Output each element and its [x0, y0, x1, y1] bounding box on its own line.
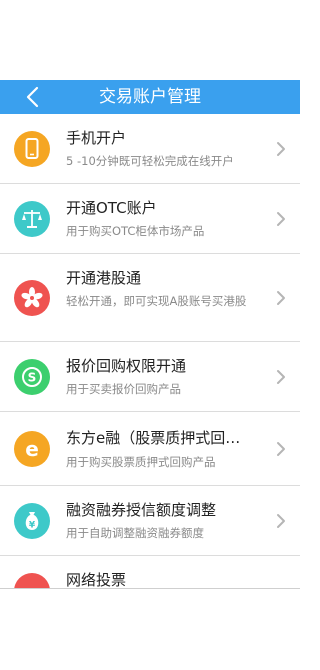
item-subtitle: 用于购买OTC柜体市场产品 [66, 224, 205, 238]
list-item-otc-account[interactable]: 开通OTC账户 用于购买OTC柜体市场产品 [0, 184, 300, 254]
chevron-right-icon [277, 442, 285, 456]
bauhinia-icon [14, 280, 50, 316]
list-item-margin-credit-adjust[interactable]: ¥ 融资融券授信额度调整 用于自助调整融资融券额度 [0, 486, 300, 556]
item-subtitle: 用于自助调整融资融券额度 [66, 526, 204, 540]
page-title: 交易账户管理 [99, 87, 201, 107]
item-title: 手机开户 [66, 129, 127, 147]
item-subtitle: 用于购买股票质押式回购产品 [66, 455, 216, 469]
account-options-list: 手机开户 5 -10分钟既可轻松完成在线开户 开通OTC账户 用于购买OTC柜体… [0, 114, 300, 588]
svg-text:S: S [28, 371, 37, 385]
chevron-right-icon [277, 291, 285, 305]
svg-text:e: e [25, 437, 39, 461]
item-title: 东方e融（股票质押式回… [66, 429, 241, 447]
list-item-dongfang-erong[interactable]: e 东方e融（股票质押式回… 用于购买股票质押式回购产品 [0, 412, 300, 486]
page: 交易账户管理 手机开户 5 -10分钟既可轻松完成在线开户 开通OTC账户 用于… [0, 0, 300, 670]
skype-icon: S [14, 359, 50, 395]
item-title: 网络投票 [66, 571, 127, 588]
item-subtitle: 用于买卖报价回购产品 [66, 382, 181, 396]
chevron-right-icon [277, 514, 285, 528]
e-letter-icon: e [14, 431, 50, 467]
item-title: 报价回购权限开通 [66, 357, 187, 375]
vote-icon [14, 573, 50, 588]
chevron-right-icon [277, 142, 285, 156]
list-item-hk-connect[interactable]: 开通港股通 轻松开通，即可实现A股账号买港股 [0, 254, 300, 342]
item-subtitle: 5 -10分钟既可轻松完成在线开户 [66, 154, 234, 168]
item-title: 开通港股通 [66, 269, 142, 287]
list-item-mobile-account[interactable]: 手机开户 5 -10分钟既可轻松完成在线开户 [0, 114, 300, 184]
scale-icon [14, 201, 50, 237]
chevron-right-icon [277, 370, 285, 384]
list-item-online-voting[interactable]: 网络投票 [0, 556, 300, 588]
svg-text:¥: ¥ [29, 521, 36, 531]
money-bag-icon: ¥ [14, 503, 50, 539]
header-bar: 交易账户管理 [0, 80, 300, 114]
item-title: 融资融券授信额度调整 [66, 501, 217, 519]
item-subtitle: 轻松开通，即可实现A股账号买港股 [66, 294, 247, 308]
divider [0, 588, 300, 589]
chevron-right-icon [277, 212, 285, 226]
phone-icon [14, 131, 50, 167]
item-title: 开通OTC账户 [66, 199, 157, 217]
list-item-quote-repo[interactable]: S 报价回购权限开通 用于买卖报价回购产品 [0, 342, 300, 412]
